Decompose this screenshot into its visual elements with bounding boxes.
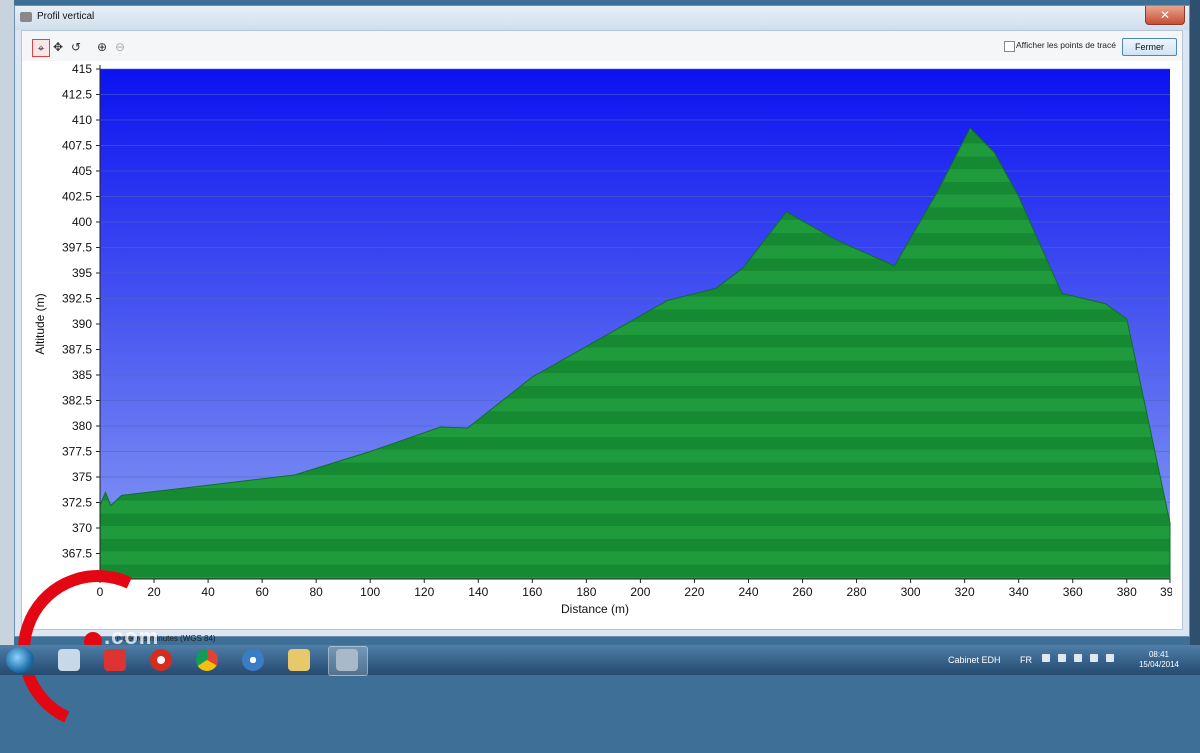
calculator-icon[interactable] — [58, 649, 80, 671]
zoom-in-icon[interactable]: ⊕ — [94, 39, 110, 55]
clock-date: 15/04/2014 — [1138, 660, 1180, 669]
x-tick-label: 140 — [468, 585, 488, 599]
x-tick-label: 40 — [201, 585, 215, 599]
crosshair-pan-icon[interactable]: ⌖ — [32, 39, 50, 57]
network-tray-icon[interactable] — [1090, 654, 1098, 662]
x-tick-label: 220 — [684, 585, 704, 599]
title-bar[interactable]: Profil vertical ✕ — [15, 6, 1189, 30]
y-tick-label: 390 — [72, 317, 92, 331]
x-tick-label: 340 — [1009, 585, 1029, 599]
folder-icon[interactable] — [288, 649, 310, 671]
y-tick-label: 380 — [72, 419, 92, 433]
y-tick-label: 415 — [72, 62, 92, 76]
start-button[interactable] — [6, 647, 34, 673]
x-tick-label: 300 — [901, 585, 921, 599]
chrome-icon[interactable] — [196, 649, 218, 671]
y-tick-label: 410 — [72, 113, 92, 127]
clock[interactable]: 08:41 15/04/2014 — [1134, 650, 1184, 670]
close-window-button[interactable]: ✕ — [1145, 6, 1185, 25]
taskbar: Cabinet EDH FR 08:41 15/04/2014 — [0, 645, 1200, 676]
fermer-button[interactable]: Fermer — [1122, 38, 1177, 56]
y-tick-label: 402.5 — [62, 190, 92, 204]
elevation-profile-chart: 367.5 370 372.5 375 377.5 380 382.5 385 387.5 390… — [33, 62, 1172, 616]
x-tick-label: 80 — [309, 585, 323, 599]
zoom-out-icon[interactable]: ⊖ — [112, 39, 128, 55]
y-tick-label: 377.5 — [62, 445, 92, 459]
tray-arrow-icon[interactable] — [1042, 654, 1050, 662]
x-tick-label: 380 — [1117, 585, 1137, 599]
y-tick-label: 405 — [72, 164, 92, 178]
y-tick-label: 395 — [72, 266, 92, 280]
x-tick-label: 160 — [522, 585, 542, 599]
x-tick-label: 280 — [847, 585, 867, 599]
clock-time: 08:41 — [1148, 650, 1170, 659]
toolbar: ⌖ ✥ ↺ ⊕ ⊖ Afficher les points de tracé F… — [22, 31, 1182, 61]
network-icon[interactable] — [242, 649, 264, 671]
desktop-background — [0, 0, 14, 645]
show-points-label: Afficher les points de tracé — [1016, 40, 1117, 50]
rotate-icon[interactable]: ↺ — [68, 39, 84, 55]
y-tick-label: 407.5 — [62, 139, 92, 153]
profile-window: Profil vertical ✕ ⌖ ✥ ↺ ⊕ ⊖ Afficher les… — [14, 5, 1190, 637]
show-points-checkbox[interactable] — [1004, 41, 1015, 52]
y-axis-label: Altitude (m) — [33, 293, 47, 354]
media-icon[interactable] — [150, 649, 172, 671]
x-tick-label: 120 — [414, 585, 434, 599]
y-tick-label: 385 — [72, 368, 92, 382]
x-tick-label: 60 — [255, 585, 269, 599]
y-tick-label: 382.5 — [62, 394, 92, 408]
x-tick-label: 260 — [793, 585, 813, 599]
y-tick-label: 397.5 — [62, 241, 92, 255]
x-tick-label: 200 — [630, 585, 650, 599]
x-tick-label: 396 — [1160, 585, 1172, 599]
y-tick-label: 412.5 — [62, 88, 92, 102]
app-icon — [20, 12, 32, 22]
window-title: Profil vertical — [37, 11, 95, 22]
x-tick-label: 240 — [738, 585, 758, 599]
x-tick-label: 180 — [576, 585, 596, 599]
x-tick-label: 100 — [360, 585, 380, 599]
x-tick-label: 360 — [1063, 585, 1083, 599]
y-tick-label: 387.5 — [62, 343, 92, 357]
window-client: ⌖ ✥ ↺ ⊕ ⊖ Afficher les points de tracé F… — [21, 30, 1183, 630]
taskbar-label[interactable]: Cabinet EDH — [948, 655, 1001, 665]
desktop-background-right — [1190, 0, 1200, 645]
y-tick-label: 400 — [72, 215, 92, 229]
y-tick-label: 367.5 — [62, 547, 92, 561]
move-icon[interactable]: ✥ — [50, 39, 66, 55]
map-app-icon[interactable] — [336, 649, 358, 671]
app-red-icon[interactable] — [104, 649, 126, 671]
x-axis-label: Distance (m) — [561, 602, 629, 616]
y-tick-label: 375 — [72, 470, 92, 484]
language-indicator[interactable]: FR — [1020, 655, 1032, 665]
y-tick-label: 370 — [72, 521, 92, 535]
flag-icon[interactable] — [1058, 654, 1066, 662]
volume-icon[interactable] — [1106, 654, 1114, 662]
power-icon[interactable] — [1074, 654, 1082, 662]
y-tick-label: 392.5 — [62, 292, 92, 306]
plot-panel: 367.5 370 372.5 375 377.5 380 382.5 385 387.5 390… — [22, 61, 1182, 623]
y-tick-label: 372.5 — [62, 496, 92, 510]
x-tick-label: 320 — [955, 585, 975, 599]
